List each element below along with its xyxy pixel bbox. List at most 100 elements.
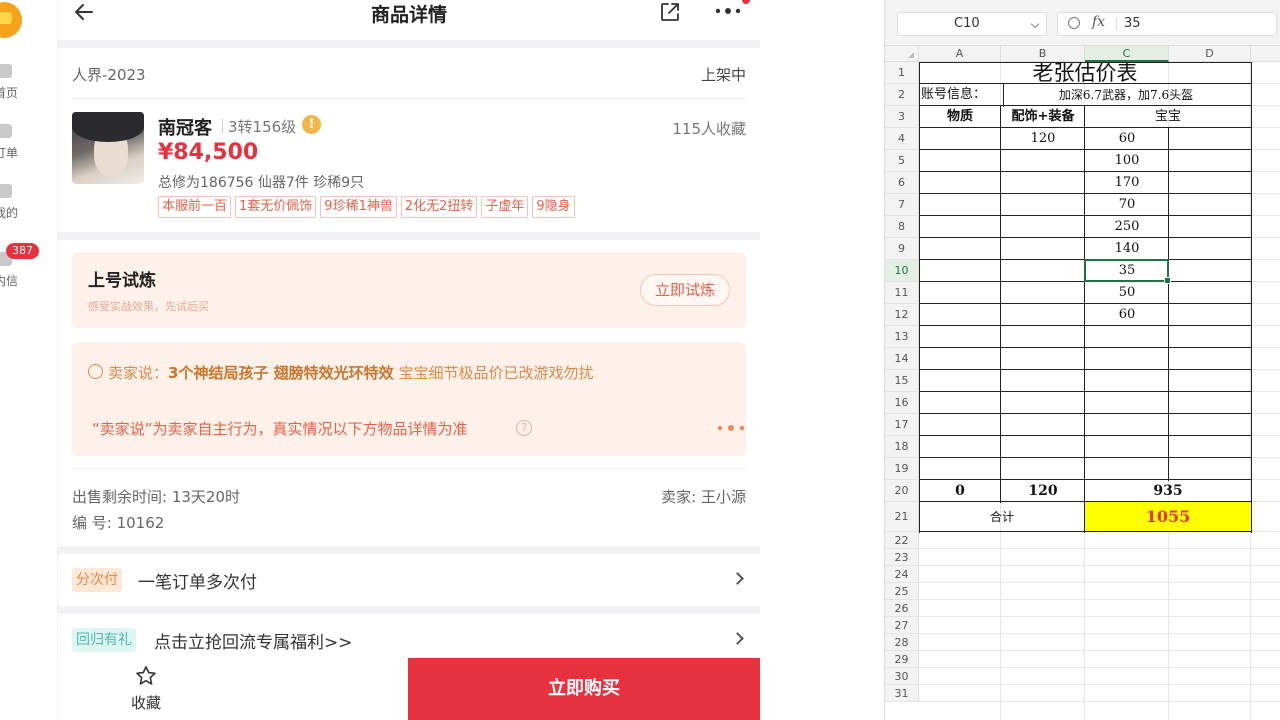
row-header[interactable]: 3 — [885, 106, 919, 128]
star-icon — [136, 666, 156, 685]
listing-status: 上架中 — [700, 66, 746, 84]
favorite-count: 115人收藏 — [672, 120, 746, 138]
table-border — [919, 369, 1252, 370]
row-header[interactable]: 2 — [885, 84, 919, 106]
row-header[interactable]: 26 — [885, 600, 919, 617]
row-header[interactable]: 16 — [885, 392, 919, 414]
app-logo-icon[interactable] — [0, 2, 22, 38]
gridline — [919, 701, 1280, 702]
row-header[interactable]: 22 — [885, 532, 919, 549]
trial-subtitle: 感受实战效果，先试后买 — [88, 300, 209, 313]
gridline — [919, 650, 1280, 651]
row-header[interactable]: 21 — [885, 502, 919, 532]
table-border — [1251, 62, 1252, 533]
row-header[interactable]: 8 — [885, 216, 919, 238]
info-card: 上号试炼 感受实战效果，先试后买 立即试炼 卖家说：3个神结局孩子 翅膀特效光环… — [58, 240, 760, 546]
row-header[interactable]: 20 — [885, 480, 919, 502]
name-box-value: C10 — [954, 16, 980, 31]
row-header[interactable]: 19 — [885, 458, 919, 480]
collect-button[interactable]: 收藏 — [116, 664, 176, 713]
remaining-time: 出售剩余时间: 13天20时 — [72, 488, 240, 506]
function-icon[interactable]: fx — [1092, 14, 1105, 30]
cell: 120 — [1030, 131, 1056, 146]
formula-input[interactable]: fx 35 — [1057, 12, 1277, 36]
gridline — [919, 684, 1280, 685]
gridline — [919, 616, 1280, 617]
tag: 9珍稀1神兽 — [320, 196, 397, 218]
return-gift-row[interactable]: 回归有礼 点击立抢回流专属福利>> — [58, 614, 760, 658]
row-header[interactable]: 17 — [885, 414, 919, 436]
column-header[interactable]: B — [1001, 46, 1085, 62]
cell: 合计 — [989, 510, 1014, 524]
row-header[interactable]: 12 — [885, 304, 919, 326]
cell: 宝宝 — [1154, 109, 1181, 124]
installment-text: 一笔订单多次付 — [138, 573, 257, 593]
row-header[interactable]: 24 — [885, 566, 919, 583]
row-header[interactable]: 5 — [885, 150, 919, 172]
row-header[interactable]: 4 — [885, 128, 919, 150]
warning-icon[interactable]: ! — [302, 115, 321, 134]
row-header[interactable]: 14 — [885, 348, 919, 370]
cell: 100 — [1114, 153, 1140, 168]
cell-grid[interactable]: 老张估价表 账号信息： 加深6.7武器，加7.6头盔 物质 配饰+装备 宝宝 120 60 10… — [919, 62, 1280, 720]
more-icon[interactable] — [714, 6, 742, 16]
collect-label: 收藏 — [130, 694, 161, 712]
character-avatar[interactable] — [72, 112, 144, 184]
row-header[interactable]: 1 — [885, 62, 919, 84]
row-header[interactable]: 27 — [885, 617, 919, 634]
return-gift-text: 点击立抢回流专属福利>> — [154, 633, 353, 653]
row-header[interactable]: 25 — [885, 583, 919, 600]
chevron-right-icon — [731, 572, 744, 585]
select-all-corner[interactable] — [885, 46, 919, 62]
trial-button[interactable]: 立即试炼 — [640, 274, 730, 306]
cell: 140 — [1114, 241, 1140, 256]
bottom-bar: 收藏 立即购买 — [58, 658, 760, 720]
table-border — [1000, 106, 1001, 503]
row-header[interactable]: 30 — [885, 668, 919, 685]
help-icon[interactable]: ? — [516, 420, 532, 436]
row-header[interactable]: 23 — [885, 549, 919, 566]
row-header[interactable]: 29 — [885, 651, 919, 668]
order-icon — [0, 124, 12, 138]
formula-value: 35 — [1124, 16, 1141, 31]
tag: 2化无2扭转 — [400, 196, 478, 218]
row-header[interactable]: 13 — [885, 326, 919, 348]
cell: 账号信息： — [921, 87, 987, 102]
zoom-icon[interactable] — [1068, 17, 1080, 29]
selected-cell-outline — [1084, 259, 1171, 284]
row-header[interactable]: 6 — [885, 172, 919, 194]
row-header[interactable]: 18 — [885, 436, 919, 458]
column-header[interactable]: A — [919, 46, 1001, 62]
seller-name[interactable]: 卖家: 王小源 — [661, 486, 746, 507]
table-border — [919, 347, 1252, 348]
character-level: 3转156级 — [228, 118, 297, 136]
cell: 物质 — [946, 109, 973, 124]
row-header[interactable]: 28 — [885, 634, 919, 651]
row-header[interactable]: 7 — [885, 194, 919, 216]
row-header[interactable]: 9 — [885, 238, 919, 260]
row-header[interactable]: 10 — [885, 260, 919, 282]
name-box[interactable]: C10 — [897, 12, 1047, 36]
divider — [72, 468, 746, 469]
message-count-badge: 387 — [6, 243, 39, 259]
column-header[interactable]: D — [1169, 46, 1251, 62]
row-header[interactable]: 15 — [885, 370, 919, 392]
tag: 子虚年 — [481, 196, 529, 218]
installment-row[interactable]: 分次付 一笔订单多次付 — [58, 554, 760, 606]
row-header[interactable]: 31 — [885, 685, 919, 702]
buy-now-button[interactable]: 立即购买 — [408, 658, 760, 720]
left-sidebar: 首页 订单 我的 内信 387 — [0, 0, 58, 720]
row-header[interactable]: 11 — [885, 282, 919, 304]
cell: 1055 — [1145, 507, 1191, 526]
smile-icon — [88, 364, 103, 379]
gridline — [919, 565, 1280, 566]
user-icon — [0, 184, 12, 198]
cell: 加深6.7武器，加7.6头盔 — [1058, 88, 1194, 102]
share-icon[interactable] — [658, 0, 682, 24]
column-header[interactable]: C — [1085, 46, 1169, 62]
cell: 935 — [1153, 483, 1183, 499]
chevron-down-icon[interactable] — [1030, 19, 1040, 29]
expand-dots-icon[interactable] — [716, 424, 746, 432]
installment-pill: 分次付 — [72, 568, 122, 592]
chevron-right-icon — [731, 632, 744, 645]
